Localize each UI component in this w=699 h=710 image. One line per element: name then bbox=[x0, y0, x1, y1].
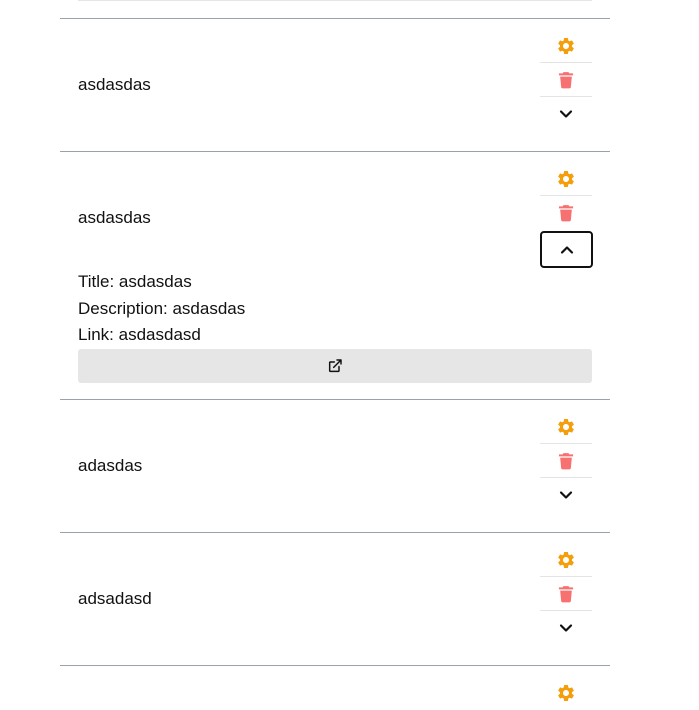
delete-button[interactable] bbox=[540, 577, 592, 611]
settings-button[interactable] bbox=[540, 676, 592, 710]
delete-button[interactable] bbox=[540, 444, 592, 478]
chevron-down-icon bbox=[556, 104, 576, 124]
item-actions bbox=[540, 543, 592, 645]
item-list: asdasdas asdasdas Title: asdasdas Descri… bbox=[60, 0, 610, 706]
expand-button[interactable] bbox=[540, 478, 592, 512]
settings-button[interactable] bbox=[540, 162, 592, 196]
list-item: asdasdas bbox=[60, 19, 610, 152]
open-link-button[interactable] bbox=[78, 348, 592, 383]
external-link-icon bbox=[327, 358, 343, 374]
expand-button[interactable] bbox=[540, 611, 592, 645]
settings-button[interactable] bbox=[540, 29, 592, 63]
gear-icon bbox=[556, 417, 576, 437]
chevron-down-icon bbox=[556, 618, 576, 638]
detail-title: Title: asdasdas bbox=[78, 272, 192, 291]
gear-icon bbox=[556, 683, 576, 703]
detail-link: Link: asdasdasd bbox=[78, 325, 201, 344]
item-actions bbox=[540, 676, 592, 710]
item-title: asdasdas bbox=[78, 208, 151, 227]
chevron-down-icon bbox=[556, 485, 576, 505]
item-actions bbox=[540, 410, 592, 512]
expand-button[interactable] bbox=[540, 97, 592, 131]
gear-icon bbox=[556, 169, 576, 189]
detail-description: Description: asdasdas bbox=[78, 298, 246, 318]
item-title: adsadasd bbox=[78, 589, 152, 608]
settings-button[interactable] bbox=[540, 410, 592, 444]
list-item-expanded: asdasdas Title: asdasdas Description: as… bbox=[60, 152, 610, 400]
gear-icon bbox=[556, 550, 576, 570]
list-item-partial bbox=[60, 666, 610, 706]
list-item: adasdas bbox=[60, 400, 610, 533]
trash-icon bbox=[556, 584, 576, 604]
settings-button[interactable] bbox=[540, 543, 592, 577]
delete-button[interactable] bbox=[540, 63, 592, 97]
previous-item-stub bbox=[60, 0, 610, 19]
trash-icon bbox=[556, 203, 576, 223]
item-details: Title: asdasdas Description: asdasdas Li… bbox=[78, 269, 592, 383]
item-actions bbox=[540, 29, 592, 131]
gear-icon bbox=[556, 36, 576, 56]
list-item: adsadasd bbox=[60, 533, 610, 666]
item-title: asdasdas bbox=[78, 75, 151, 94]
chevron-up-icon bbox=[557, 240, 577, 260]
item-actions bbox=[540, 162, 593, 268]
delete-button[interactable] bbox=[540, 196, 592, 230]
collapse-button[interactable] bbox=[540, 231, 593, 268]
trash-icon bbox=[556, 451, 576, 471]
trash-icon bbox=[556, 70, 576, 90]
item-title: adasdas bbox=[78, 456, 143, 475]
